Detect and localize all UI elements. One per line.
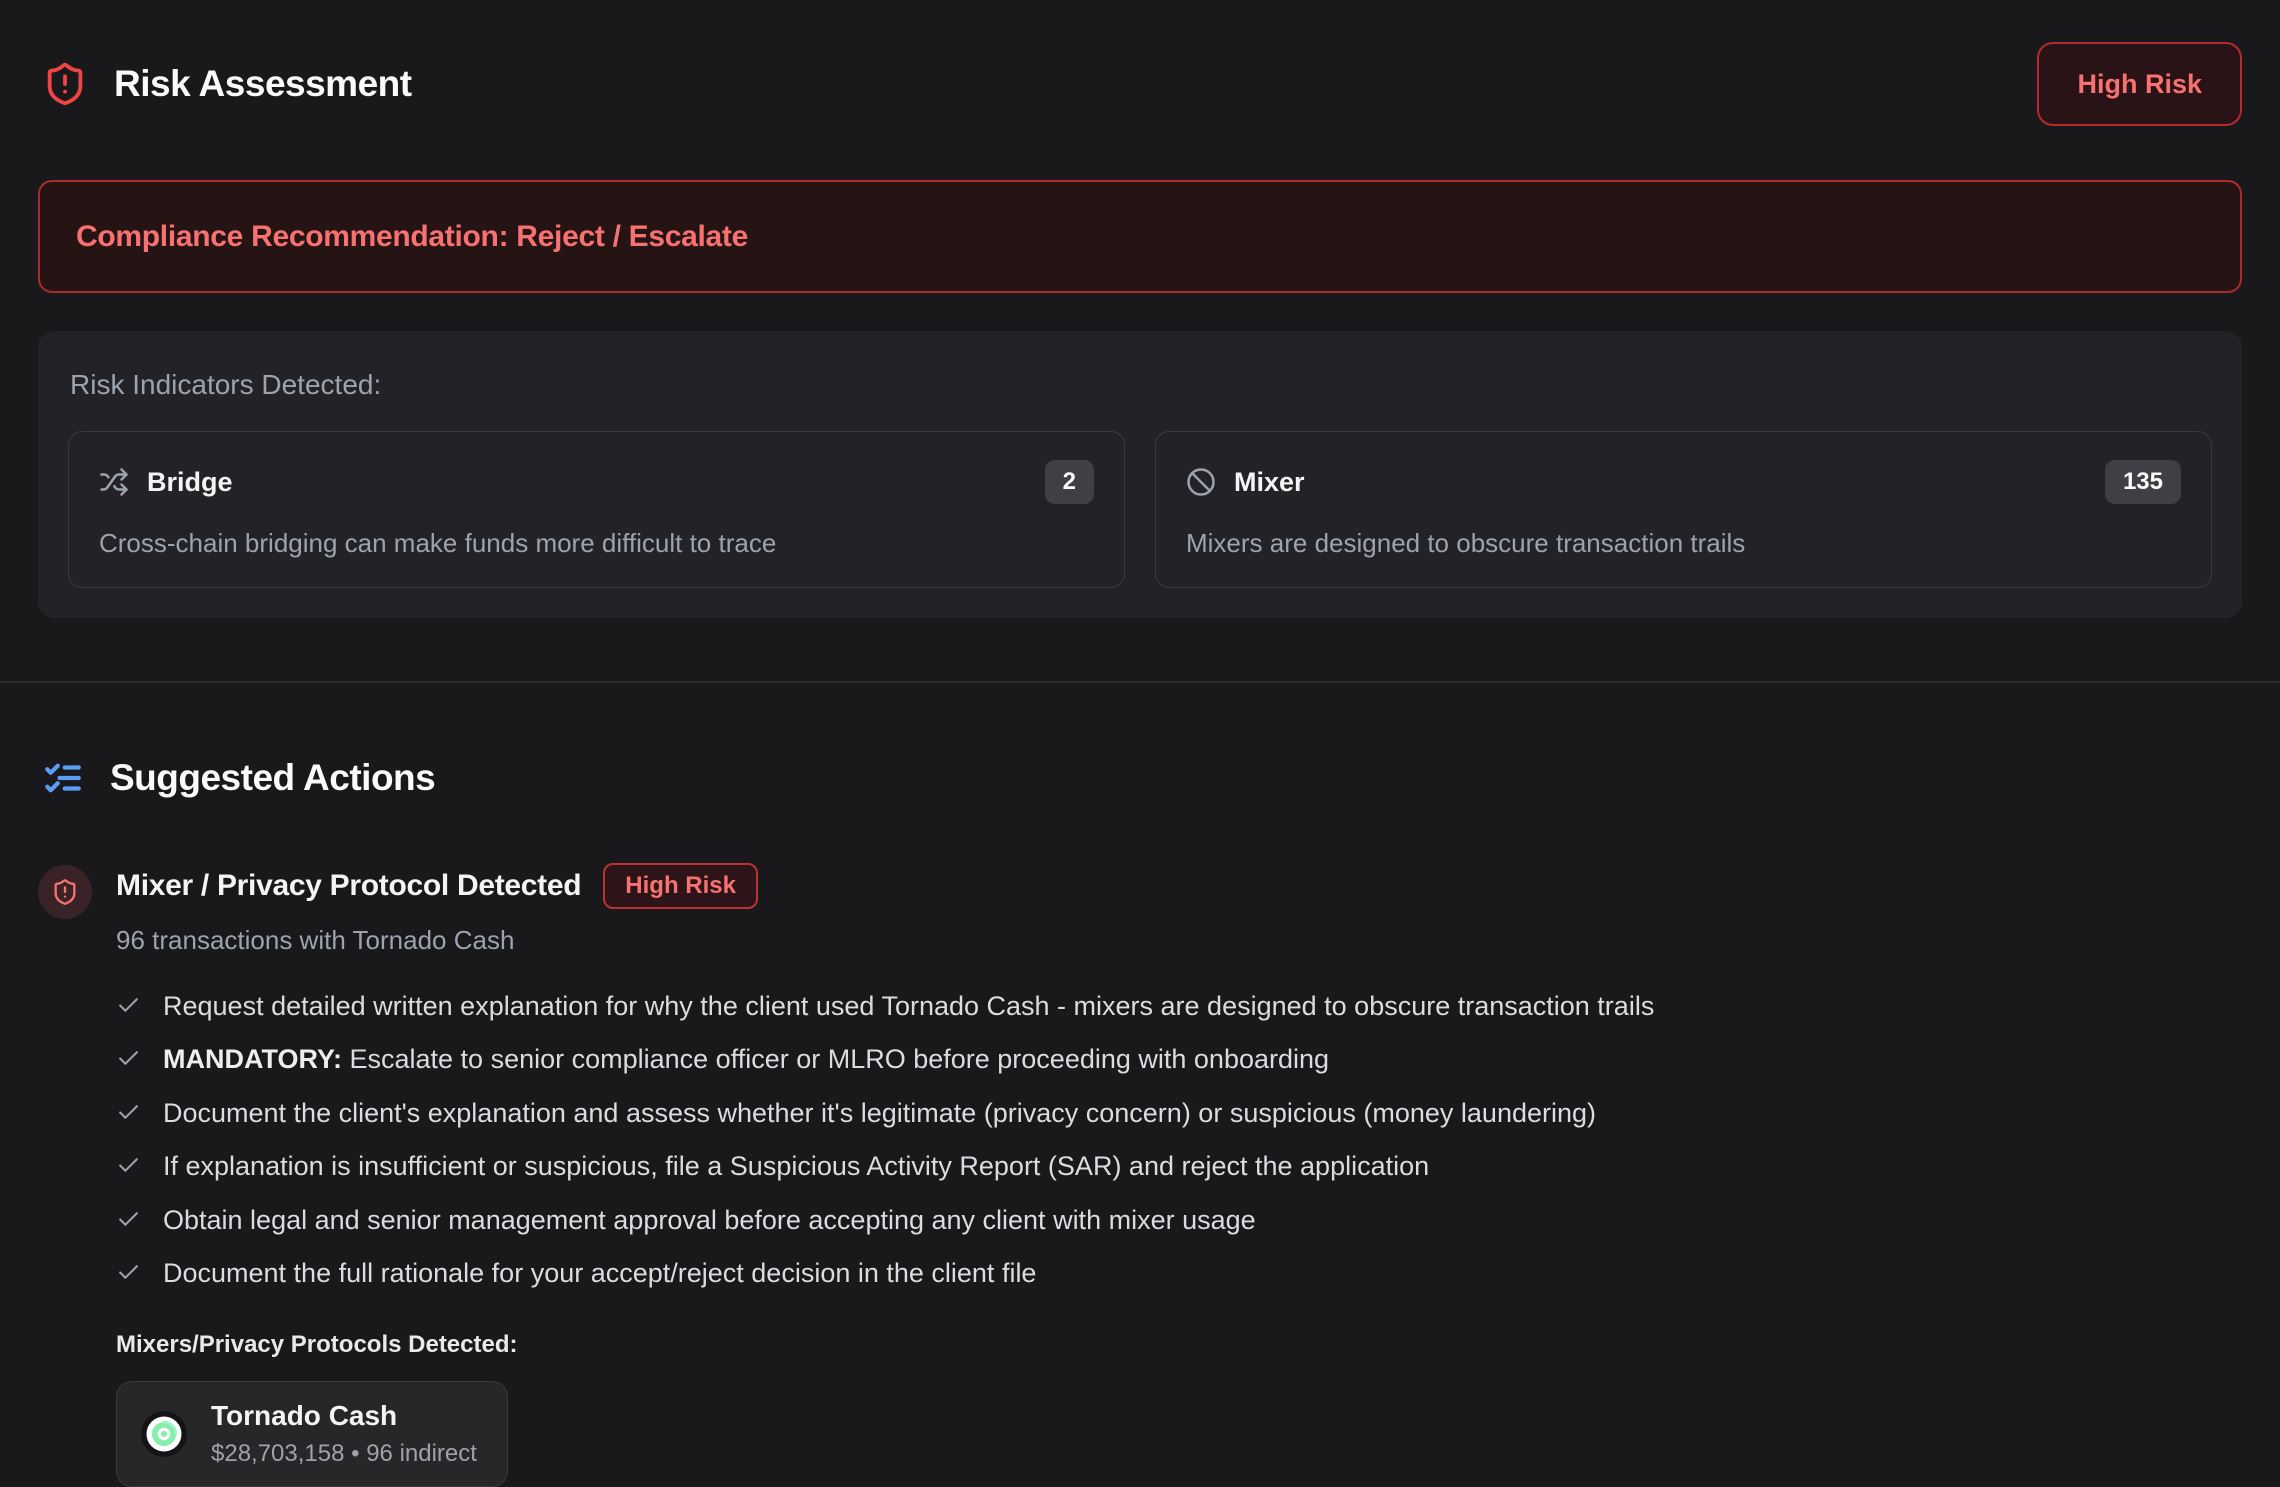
protocol-info: Tornado Cash $28,703,158 • 96 indirect (211, 1400, 477, 1468)
card-head: Bridge 2 (99, 460, 1094, 504)
suggested-actions-title: Suggested Actions (110, 757, 435, 799)
indicator-description: Mixers are designed to obscure transacti… (1186, 528, 2181, 559)
check-icon (116, 1207, 141, 1232)
protocol-detail: $28,703,158 • 96 indirect (211, 1440, 477, 1468)
check-icon (116, 1100, 141, 1125)
page-title: Risk Assessment (114, 63, 412, 105)
risk-indicator-card-bridge[interactable]: Bridge 2 Cross-chain bridging can make f… (68, 431, 1125, 588)
shield-alert-icon (38, 865, 92, 919)
risk-indicators-panel: Risk Indicators Detected: Bridge 2 (38, 331, 2242, 618)
card-head: Mixer 135 (1186, 460, 2181, 504)
action-body: Mixer / Privacy Protocol Detected High R… (116, 863, 2242, 1487)
compliance-recommendation-banner: Compliance Recommendation: Reject / Esca… (38, 180, 2242, 293)
action-title: Mixer / Privacy Protocol Detected (116, 869, 581, 903)
action-step: MANDATORY: Escalate to senior compliance… (116, 1043, 2242, 1075)
risk-assessment-page: Risk Assessment High Risk Compliance Rec… (0, 0, 2280, 1440)
action-item-mixer: Mixer / Privacy Protocol Detected High R… (38, 863, 2242, 1487)
action-subtitle: 96 transactions with Tornado Cash (116, 925, 2242, 956)
indicator-name: Bridge (147, 467, 233, 498)
step-text: Document the client's explanation and as… (163, 1097, 1596, 1129)
step-body: Document the client's explanation and as… (163, 1098, 1596, 1128)
step-body: Document the full rationale for your acc… (163, 1258, 1036, 1288)
compliance-recommendation-text: Compliance Recommendation: Reject / Esca… (76, 220, 748, 254)
shield-alert-icon (42, 61, 88, 107)
step-prefix: MANDATORY: (163, 1044, 342, 1074)
action-step: If explanation is insufficient or suspic… (116, 1150, 2242, 1182)
indicator-name: Mixer (1234, 467, 1305, 498)
header: Risk Assessment High Risk (0, 0, 2280, 126)
tornado-cash-logo-icon (139, 1409, 189, 1459)
suggested-actions-section: Suggested Actions Mixer / Privacy Protoc… (0, 757, 2280, 1487)
step-text: Document the full rationale for your acc… (163, 1257, 1036, 1289)
ban-icon (1186, 467, 1216, 497)
step-body: Request detailed written explanation for… (163, 991, 1654, 1021)
indicator-description: Cross-chain bridging can make funds more… (99, 528, 1094, 559)
section-divider (0, 681, 2280, 683)
step-text: MANDATORY: Escalate to senior compliance… (163, 1043, 1329, 1075)
step-body: If explanation is insufficient or suspic… (163, 1151, 1429, 1181)
check-icon (116, 993, 141, 1018)
header-left: Risk Assessment (42, 61, 412, 107)
action-step: Request detailed written explanation for… (116, 990, 2242, 1022)
step-text: If explanation is insufficient or suspic… (163, 1150, 1429, 1182)
step-body: Escalate to senior compliance officer or… (342, 1044, 1329, 1074)
action-steps: Request detailed written explanation for… (116, 990, 2242, 1289)
indicator-count-badge: 2 (1045, 460, 1094, 504)
suggested-actions-header: Suggested Actions (38, 757, 2242, 799)
step-text: Request detailed written explanation for… (163, 990, 1654, 1022)
action-step: Obtain legal and senior management appro… (116, 1204, 2242, 1236)
risk-indicators-label: Risk Indicators Detected: (70, 369, 2212, 401)
list-checks-icon (42, 757, 84, 799)
check-icon (116, 1260, 141, 1285)
risk-indicator-card-mixer[interactable]: Mixer 135 Mixers are designed to obscure… (1155, 431, 2212, 588)
shuffle-icon (99, 467, 129, 497)
action-step: Document the full rationale for your acc… (116, 1257, 2242, 1289)
protocol-name: Tornado Cash (211, 1400, 477, 1432)
protocols-detected-label: Mixers/Privacy Protocols Detected: (116, 1331, 2242, 1359)
overall-risk-badge: High Risk (2037, 42, 2242, 126)
risk-indicator-cards: Bridge 2 Cross-chain bridging can make f… (68, 431, 2212, 588)
indicator-count-badge: 135 (2105, 460, 2181, 504)
protocol-card-tornado-cash[interactable]: Tornado Cash $28,703,158 • 96 indirect (116, 1381, 508, 1487)
action-title-row: Mixer / Privacy Protocol Detected High R… (116, 863, 2242, 909)
step-text: Obtain legal and senior management appro… (163, 1204, 1256, 1236)
step-body: Obtain legal and senior management appro… (163, 1205, 1256, 1235)
check-icon (116, 1046, 141, 1071)
action-risk-badge: High Risk (603, 863, 758, 909)
action-step: Document the client's explanation and as… (116, 1097, 2242, 1129)
check-icon (116, 1153, 141, 1178)
